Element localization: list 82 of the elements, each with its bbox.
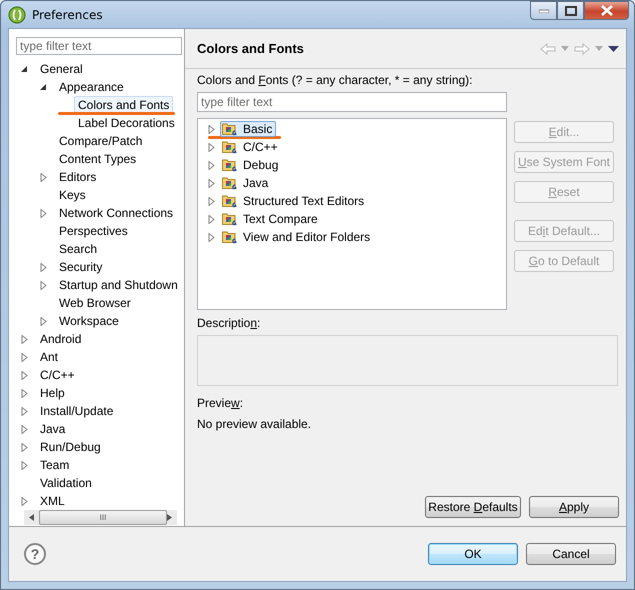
folder-icon — [222, 176, 239, 190]
horizontal-scrollbar[interactable]: III — [24, 510, 177, 525]
preview-text: No preview available. — [197, 417, 312, 431]
tree-item[interactable]: Security — [55, 258, 106, 276]
dropdown-icon[interactable] — [595, 46, 603, 51]
tree-item[interactable]: Content Types — [55, 150, 140, 168]
collapsed-arrow-icon[interactable] — [21, 496, 28, 506]
tree-item[interactable]: General — [36, 60, 87, 78]
collapsed-arrow-icon[interactable] — [21, 406, 28, 416]
tree-item[interactable]: C/C++ — [220, 139, 282, 155]
description-label: Description: — [197, 316, 262, 330]
tree-item[interactable]: Java — [36, 420, 70, 438]
dialog-button[interactable]: OK — [428, 543, 518, 565]
scrollbar-thumb[interactable]: III — [39, 510, 167, 525]
tree-item[interactable]: Perspectives — [55, 222, 132, 240]
tree-item[interactable]: Structured Text Editors — [220, 193, 368, 209]
tree-item[interactable]: Help — [36, 384, 69, 402]
collapsed-arrow-icon[interactable] — [40, 316, 47, 326]
maximize-button[interactable] — [557, 1, 584, 20]
tree-item[interactable]: Debug — [220, 157, 282, 173]
tree-item[interactable]: Web Browser — [55, 294, 135, 312]
tree-item[interactable]: Search — [55, 240, 102, 258]
back-arrow-icon[interactable] — [540, 42, 556, 54]
folder-icon — [222, 122, 239, 136]
expanded-arrow-icon[interactable] — [21, 66, 28, 72]
app-icon — [8, 6, 26, 24]
close-icon — [600, 5, 612, 16]
tree-item[interactable]: Workspace — [55, 312, 123, 330]
tree-item[interactable]: View and Editor Folders — [220, 229, 374, 245]
collapsed-arrow-icon[interactable] — [21, 424, 28, 434]
maximize-icon — [564, 6, 576, 16]
collapsed-arrow-icon[interactable] — [40, 172, 47, 182]
preview-label: Preview: — [197, 396, 244, 410]
tree-item[interactable]: Appearance — [55, 78, 128, 96]
page-button[interactable]: Apply — [529, 496, 619, 518]
tree-item[interactable]: Basic — [220, 121, 276, 137]
collapsed-arrow-icon[interactable] — [21, 334, 28, 344]
tree-item[interactable]: Ant — [36, 348, 62, 366]
page-title: Colors and Fonts — [197, 41, 304, 56]
tree-item[interactable]: XML — [36, 492, 69, 510]
folder-icon — [222, 230, 239, 244]
tree-item[interactable]: Editors — [55, 168, 100, 186]
minimize-button[interactable] — [530, 1, 557, 20]
page-button[interactable]: Restore Defaults — [425, 496, 521, 518]
close-button[interactable] — [584, 1, 629, 20]
tree-item[interactable]: Android — [36, 330, 86, 348]
tree-item[interactable]: Text Compare — [220, 211, 322, 227]
tree-item[interactable]: Team — [36, 456, 74, 474]
expanded-arrow-icon[interactable] — [40, 84, 47, 90]
folder-icon — [222, 140, 239, 154]
folder-icon — [222, 158, 239, 172]
collapsed-arrow-icon[interactable] — [40, 280, 47, 290]
filter-field[interactable]: type filter text — [197, 92, 507, 112]
collapsed-arrow-icon[interactable] — [40, 208, 47, 218]
forward-arrow-icon[interactable] — [574, 42, 590, 54]
tree-item[interactable]: Network Connections — [55, 204, 178, 222]
view-menu-icon[interactable] — [608, 46, 619, 52]
window-title: Preferences — [32, 8, 103, 22]
tree-item[interactable]: Label Decorations — [74, 114, 179, 132]
tree-item[interactable]: Java — [220, 175, 272, 191]
tree-item[interactable]: Startup and Shutdown — [55, 276, 182, 294]
tree-item[interactable]: Keys — [55, 186, 90, 204]
folder-icon — [222, 212, 239, 226]
scroll-left-icon[interactable] — [29, 514, 34, 521]
tree-item[interactable]: Validation — [36, 474, 96, 492]
help-button[interactable]: ? — [24, 543, 46, 565]
dialog-button[interactable]: Cancel — [526, 543, 616, 565]
folder-icon — [222, 194, 239, 208]
collapsed-arrow-icon[interactable] — [21, 460, 28, 470]
tree-item[interactable]: Compare/Patch — [55, 132, 146, 150]
filter-label: Colors and Fonts (? = any character, * = any string): — [197, 73, 474, 87]
collapsed-arrow-icon[interactable] — [21, 442, 28, 452]
collapsed-arrow-icon[interactable] — [40, 262, 47, 272]
tree-item[interactable]: C/C++ — [36, 366, 79, 384]
filter-field[interactable]: type filter text — [16, 37, 182, 55]
minimize-icon — [538, 8, 548, 12]
collapsed-arrow-icon[interactable] — [21, 352, 28, 362]
tree-item[interactable]: Run/Debug — [36, 438, 105, 456]
collapsed-arrow-icon[interactable] — [21, 388, 28, 398]
tree-item[interactable]: Install/Update — [36, 402, 118, 420]
collapsed-arrow-icon[interactable] — [21, 370, 28, 380]
dropdown-icon[interactable] — [561, 46, 569, 51]
